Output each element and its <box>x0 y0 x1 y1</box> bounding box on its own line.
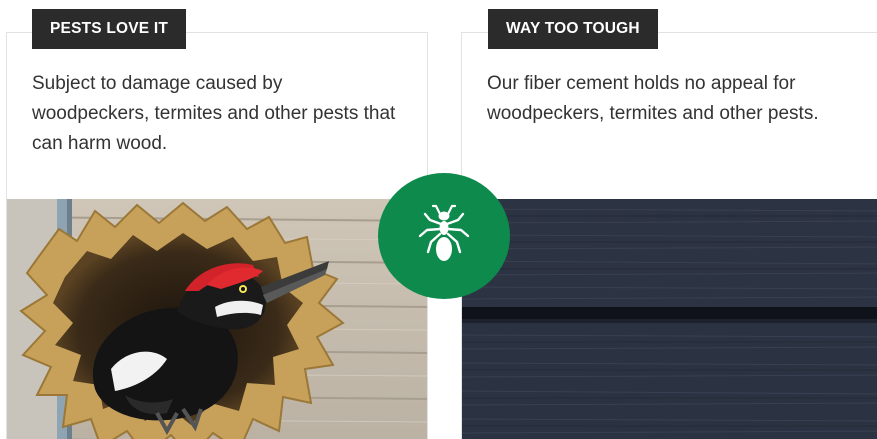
pests-love-it-badge: PESTS LOVE IT <box>32 9 187 49</box>
way-too-tough-badge: WAY TOO TOUGH <box>488 9 658 49</box>
ant-icon <box>418 204 470 261</box>
fiber-cement-comparison-card: Our fiber cement holds no appeal for woo… <box>461 32 877 439</box>
woodpecker-siding-photo <box>7 199 427 439</box>
fiber-cement-siding-photo <box>462 199 877 439</box>
wood-comparison-card: Subject to damage caused by woodpeckers,… <box>6 32 428 439</box>
fiber-cement-description: Our fiber cement holds no appeal for woo… <box>487 73 819 124</box>
wood-description: Subject to damage caused by woodpeckers,… <box>32 73 396 154</box>
ant-emblem <box>378 173 510 299</box>
